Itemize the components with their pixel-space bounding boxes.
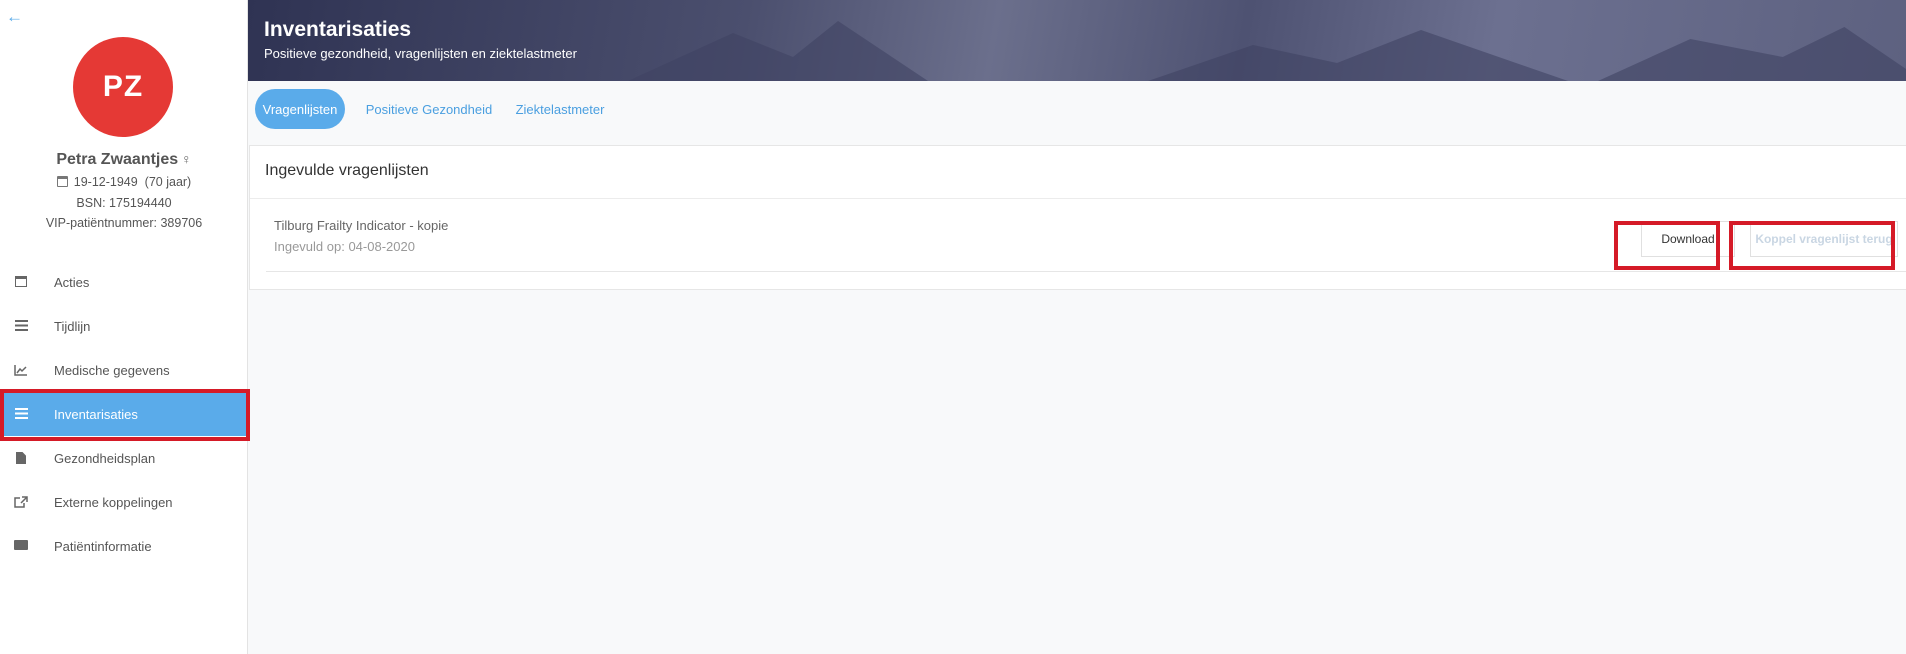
tab-bar: Vragenlijsten Positieve Gezondheid Ziekt… [248,81,1906,141]
page-title: Inventarisaties [264,18,412,41]
page-subtitle: Positieve gezondheid, vragenlijsten en z… [264,46,577,61]
page-header: Inventarisaties Positieve gezondheid, vr… [248,0,1906,81]
calendar-icon [56,176,68,187]
questionnaire-date: Ingevuld op: 04-08-2020 [274,239,415,254]
card-title: Ingevulde vragenlijsten [265,162,429,179]
back-arrow-icon[interactable]: ← [6,8,23,26]
sidebar-item-tijdlijn[interactable]: Tijdlijn [0,304,248,348]
patient-name-text: Petra Zwaantjes [56,151,179,168]
calendar-plus-icon [14,276,28,288]
list-item: Tilburg Frailty Indicator - kopie Ingevu… [266,199,1906,272]
patient-name: Petra Zwaantjes ♀ [0,151,248,169]
sidebar-item-gezondheidsplan[interactable]: Gezondheidsplan [0,436,248,480]
document-icon [14,452,28,464]
id-card-icon [14,540,28,552]
avatar-initials: PZ [102,70,144,103]
mountain-shape [1148,30,1568,81]
sidebar-item-label: Acties [54,274,90,290]
questionnaires-card: Ingevulde vragenlijsten Tilburg Frailty … [249,145,1906,290]
line-chart-icon [14,364,28,376]
koppel-vragenlijst-terug-button[interactable]: Koppel vragenlijst terug [1750,221,1898,257]
sidebar-item-inventarisaties[interactable]: Inventarisaties [0,392,248,436]
female-gender-icon: ♀ [181,151,192,167]
list-ol-icon [14,408,28,420]
sidebar-item-acties[interactable]: Acties [0,260,248,304]
patient-bsn: BSN: 175194440 [76,196,172,210]
tab-ziektelastmeter[interactable]: Ziektelastmeter [510,89,610,129]
patient-vip-number: VIP-patiëntnummer: 389706 [45,216,203,230]
tab-vragenlijsten[interactable]: Vragenlijsten [255,89,345,129]
sidebar: ← PZ Petra Zwaantjes ♀ 19-12-1949 (70 jaa… [0,0,248,654]
external-link-icon [14,496,28,508]
sidebar-item-label: Externe koppelingen [54,494,173,510]
mountain-shape [628,21,928,81]
mountain-shape [1598,27,1906,81]
sidebar-item-patientinformatie[interactable]: Patiëntinformatie [0,524,248,568]
sidebar-item-label: Inventarisaties [54,406,138,422]
age-text: (70 jaar) [144,175,192,189]
list-icon [14,320,28,332]
sidebar-item-externe-koppelingen[interactable]: Externe koppelingen [0,480,248,524]
download-button[interactable]: Download [1641,221,1735,257]
sidebar-item-label: Patiëntinformatie [54,538,152,554]
sidebar-item-label: Gezondheidsplan [54,450,156,466]
patient-birthdate: 19-12-1949 (70 jaar) [0,175,248,189]
sidebar-item-label: Medische gegevens [54,362,170,378]
questionnaire-title: Tilburg Frailty Indicator - kopie [274,218,449,233]
avatar: PZ [73,37,173,137]
tab-positieve-gezondheid[interactable]: Positieve Gezondheid [360,89,498,129]
sidebar-item-medische-gegevens[interactable]: Medische gegevens [0,348,248,392]
birthdate-text: 19-12-1949 [73,175,138,189]
sidebar-item-label: Tijdlijn [54,318,91,334]
